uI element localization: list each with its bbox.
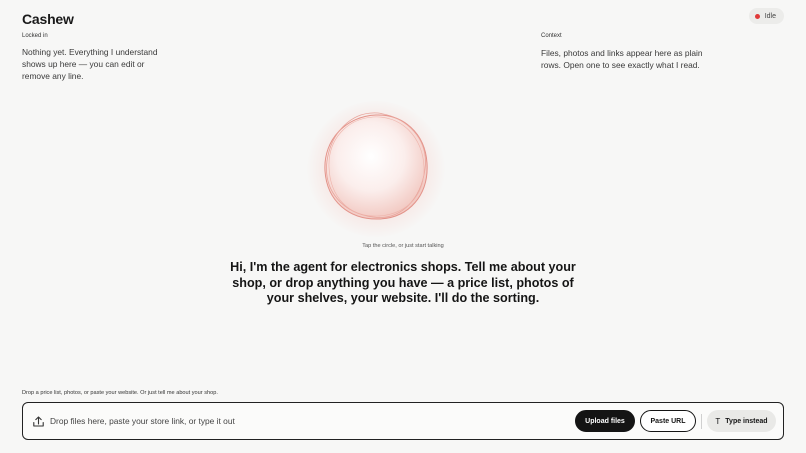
agent-greeting: Hi, I'm the agent for electronics shops.… bbox=[230, 260, 576, 306]
voice-orb-button[interactable] bbox=[307, 101, 445, 237]
context-label: Context bbox=[541, 33, 562, 39]
upload-files-label: Upload files bbox=[585, 417, 625, 425]
divider bbox=[701, 414, 702, 429]
locked-in-text: Nothing yet. Everything I understand sho… bbox=[22, 47, 158, 82]
upload-icon[interactable] bbox=[32, 415, 45, 428]
orb-hint: Tap the circle, or just start talking bbox=[362, 243, 444, 249]
status-label: Idle bbox=[764, 12, 776, 20]
voice-orb-icon bbox=[324, 112, 428, 220]
context-text: Files, photos and links appear here as p… bbox=[541, 48, 703, 71]
locked-in-label: Locked in bbox=[22, 33, 48, 39]
composer: Upload files Paste URL T Type instead bbox=[22, 402, 784, 440]
paste-url-button[interactable]: Paste URL bbox=[640, 410, 696, 432]
text-icon: T bbox=[715, 416, 721, 426]
paste-url-label: Paste URL bbox=[650, 417, 686, 425]
composer-label: Drop a price list, photos, or paste your… bbox=[22, 390, 218, 396]
page: Cashew Idle Locked in Nothing yet. Every… bbox=[0, 0, 806, 453]
app-logo: Cashew bbox=[22, 11, 74, 27]
composer-input[interactable] bbox=[50, 412, 380, 430]
status-badge: Idle bbox=[748, 8, 784, 24]
type-instead-button[interactable]: T Type instead bbox=[707, 410, 776, 432]
upload-files-button[interactable]: Upload files bbox=[575, 410, 635, 432]
status-dot-icon bbox=[754, 13, 760, 19]
type-instead-label: Type instead bbox=[725, 417, 768, 425]
